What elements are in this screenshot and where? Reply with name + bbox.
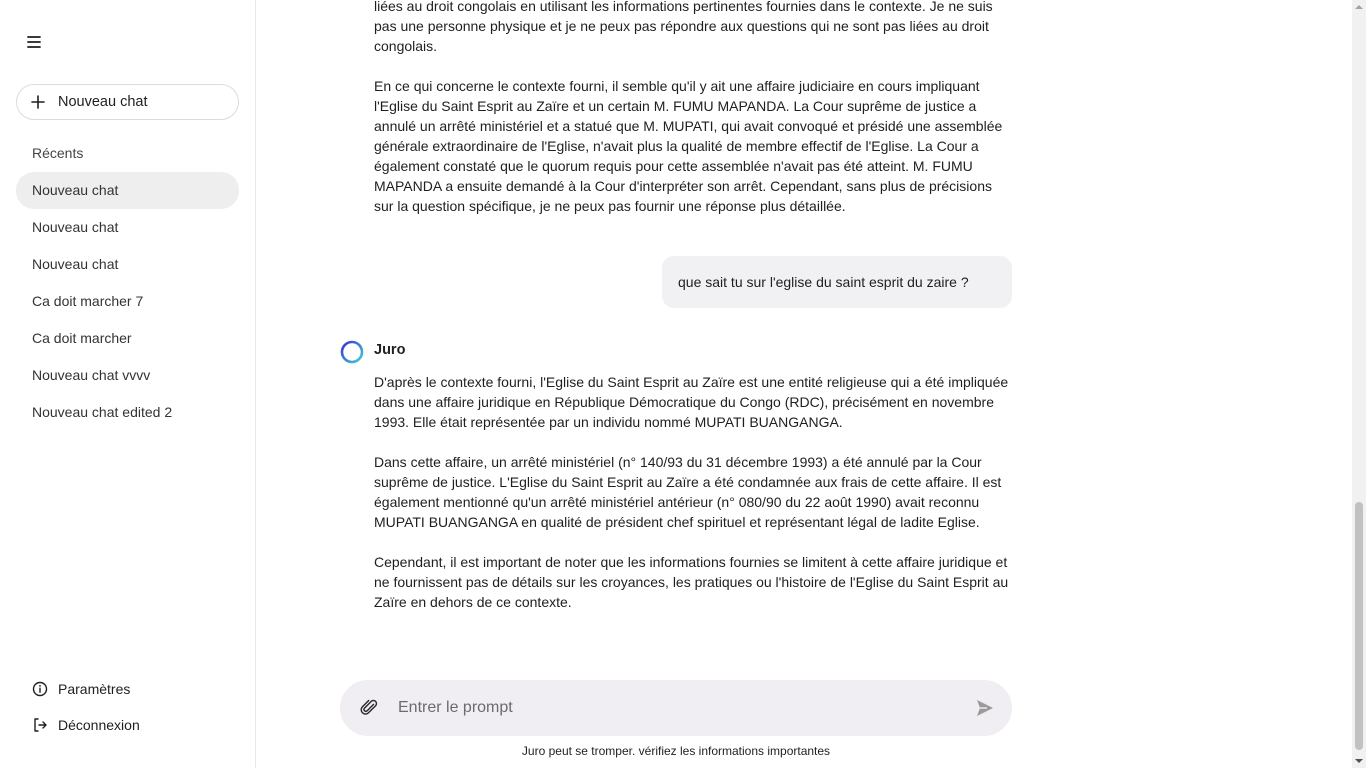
scrollbar-thumb[interactable] [1355, 502, 1363, 750]
recent-chat-item[interactable]: Ca doit marcher 7 [16, 283, 239, 320]
prompt-bar [340, 680, 1012, 736]
logout-button[interactable]: Déconnexion [32, 717, 232, 733]
prompt-input[interactable] [398, 680, 958, 736]
message-paragraph: Dans cette affaire, un arrêté ministérie… [374, 454, 1002, 530]
message-paragraph: En ce qui concerne le contexte fourni, i… [374, 78, 1003, 214]
disclaimer-text: Juro peut se tromper. vérifiez les infor… [521, 744, 831, 758]
new-chat-label: Nouveau chat [58, 94, 148, 110]
scroll-up-arrow-icon[interactable] [1355, 3, 1363, 11]
message-paragraph: D'après le contexte fourni, l'Eglise du … [374, 374, 1009, 430]
attachment-paperclip-icon[interactable] [358, 696, 382, 720]
scroll-down-arrow-icon[interactable] [1355, 757, 1363, 765]
settings-label: Paramètres [58, 681, 131, 697]
send-icon[interactable] [974, 697, 996, 719]
message-paragraph: liées au droit congolais en utilisant le… [374, 0, 993, 54]
chat-main: liées au droit congolais en utilisant le… [256, 0, 1352, 768]
assistant-message: D'après le contexte fourni, l'Eglise du … [374, 372, 1014, 632]
recent-chat-item[interactable]: Nouveau chat edited 2 [16, 394, 239, 431]
sidebar: Nouveau chat Récents Nouveau chat Nouvea… [0, 0, 256, 768]
new-chat-button[interactable]: Nouveau chat [16, 84, 239, 120]
message-paragraph: Cependant, il est important de noter que… [374, 554, 1009, 610]
recent-chat-item[interactable]: Nouveau chat [16, 172, 239, 209]
juro-logo-icon [340, 340, 364, 364]
recent-chat-item[interactable]: Nouveau chat vvvv [16, 357, 239, 394]
settings-button[interactable]: Paramètres [32, 681, 232, 697]
page-scrollbar[interactable] [1352, 0, 1366, 768]
previous-assistant-message: liées au droit congolais en utilisant le… [374, 0, 1014, 236]
recent-chat-item[interactable]: Nouveau chat [16, 209, 239, 246]
recents-heading: Récents [32, 145, 84, 161]
recent-chat-item[interactable]: Ca doit marcher [16, 320, 239, 357]
assistant-name: Juro [374, 342, 406, 358]
logout-icon [34, 718, 47, 732]
info-icon [32, 681, 48, 697]
plus-icon [31, 95, 45, 109]
user-message-bubble: que sait tu sur l'eglise du saint esprit… [662, 256, 1012, 308]
hamburger-menu-icon[interactable] [22, 30, 46, 54]
recent-chats-list: Nouveau chat Nouveau chat Nouveau chat C… [16, 172, 239, 431]
logout-label: Déconnexion [58, 717, 140, 733]
recent-chat-item[interactable]: Nouveau chat [16, 246, 239, 283]
